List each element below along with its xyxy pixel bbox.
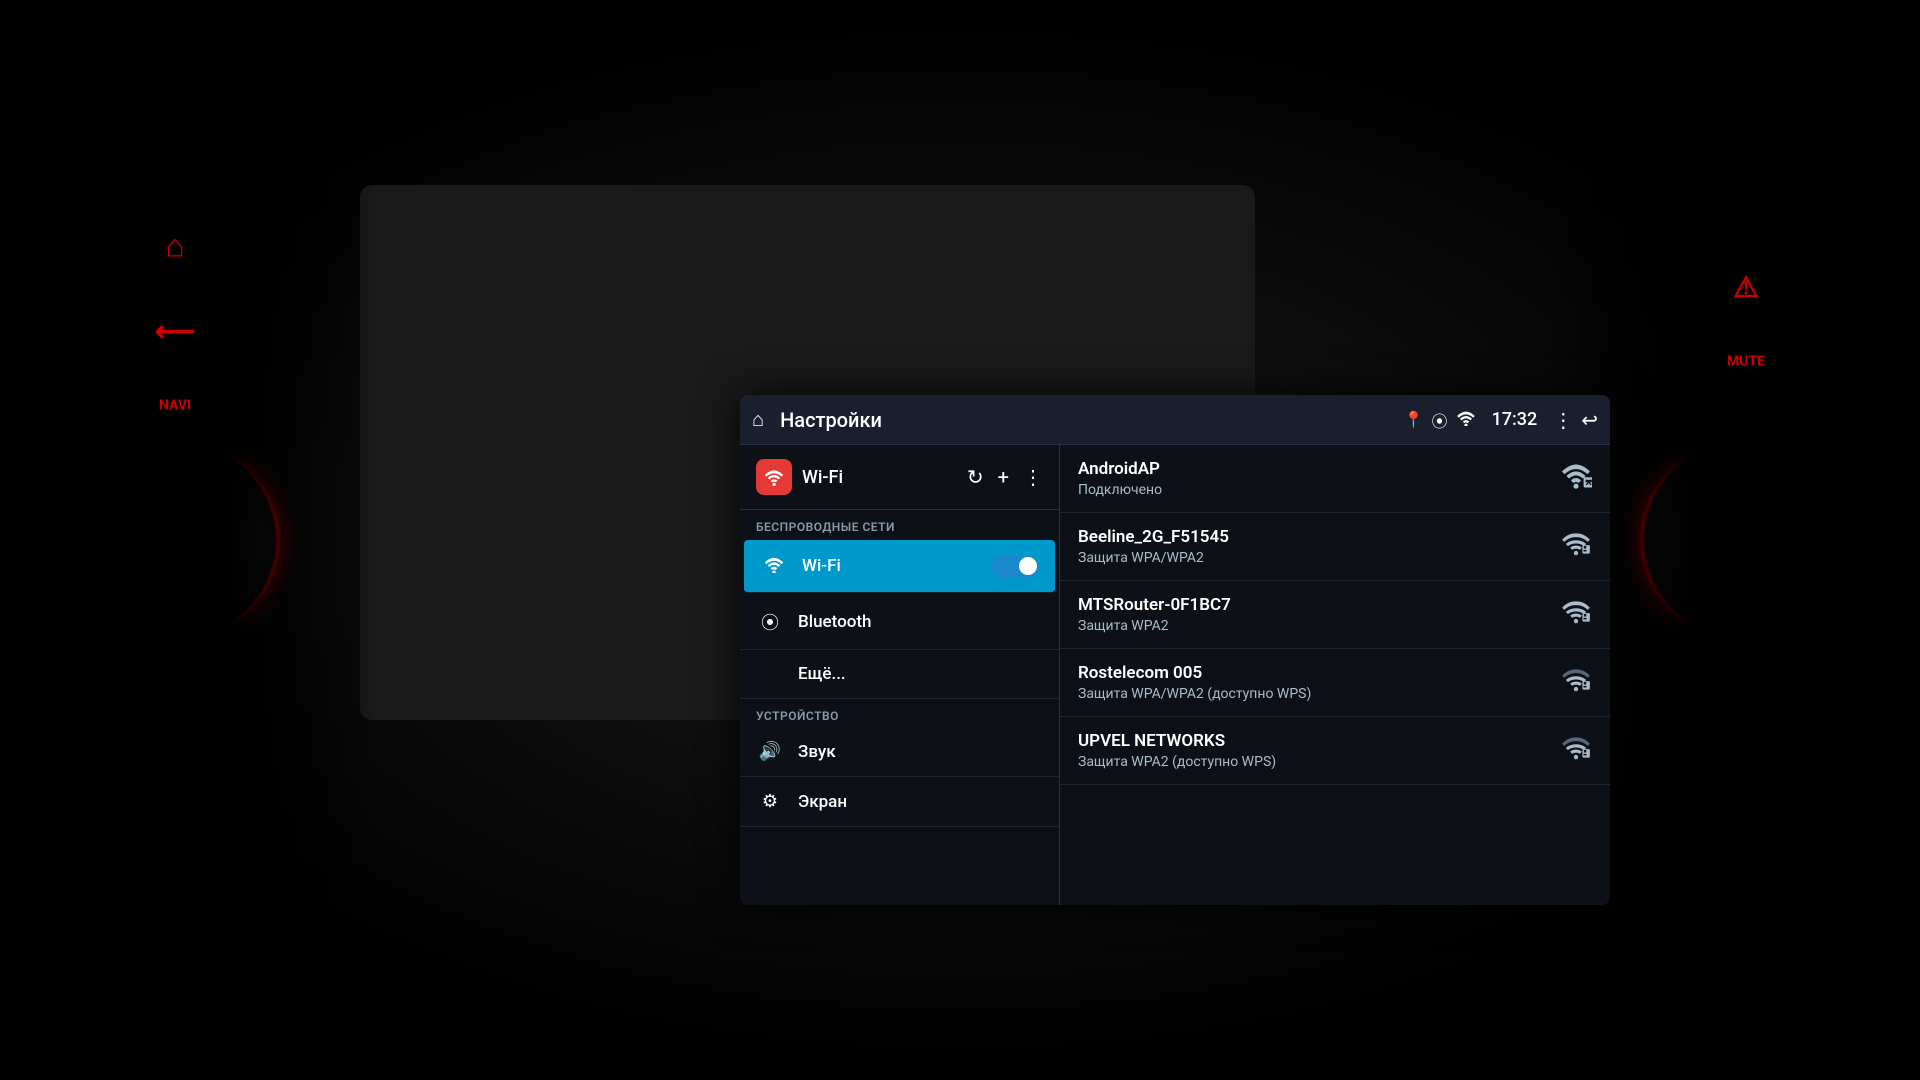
- wifi-section-title: Wi-Fi: [802, 467, 957, 488]
- home-button[interactable]: ⌂: [165, 227, 184, 265]
- screen-nav-label: Экран: [798, 792, 847, 812]
- refresh-icon[interactable]: ↻: [967, 465, 984, 489]
- network-signal-upvel: [1560, 734, 1592, 768]
- network-name-mts: MTSRouter-0F1BC7: [1078, 595, 1560, 615]
- page-title: Настройки: [780, 408, 1394, 432]
- home-icon[interactable]: ⌂: [752, 407, 764, 432]
- wifi-status-icon: [1456, 410, 1476, 430]
- network-status-beeline: Защита WPA/WPA2: [1078, 550, 1560, 566]
- left-side-buttons: ⌂ ⟵ NAVI: [155, 227, 195, 414]
- bluetooth-nav-icon: ⦿: [756, 609, 784, 635]
- network-status-mts: Защита WPA2: [1078, 618, 1560, 634]
- wifi-nav-label: Wi-Fi: [802, 556, 841, 576]
- network-status-upvel: Защита WPA2 (доступно WPS): [1078, 754, 1560, 770]
- mute-button[interactable]: MUTE: [1727, 354, 1765, 370]
- overflow-menu-button[interactable]: ⋮: [1553, 408, 1573, 432]
- network-item-mts[interactable]: MTSRouter-0F1BC7 Защита WPA2: [1060, 581, 1610, 649]
- network-item-rostelecom[interactable]: Rostelecom 005 Защита WPA/WPA2 (доступно…: [1060, 649, 1610, 717]
- network-status-androidap: Подключено: [1078, 482, 1560, 498]
- warning-button[interactable]: ⚠: [1733, 271, 1758, 304]
- content-area: Wi-Fi ↻ + ⋮ БЕСПРОВОДНЫЕ СЕТИ: [740, 445, 1610, 905]
- network-signal-rostelecom: [1560, 666, 1592, 700]
- network-signal-beeline: [1560, 530, 1592, 564]
- sound-nav-icon: 🔊: [756, 741, 784, 762]
- settings-sidebar: Wi-Fi ↻ + ⋮ БЕСПРОВОДНЫЕ СЕТИ: [740, 445, 1060, 905]
- network-info-androidap: AndroidAP Подключено: [1078, 459, 1560, 498]
- network-signal-androidap: [1560, 462, 1592, 496]
- sidebar-item-screen[interactable]: ⚙ Экран: [740, 777, 1059, 827]
- network-info-rostelecom: Rostelecom 005 Защита WPA/WPA2 (доступно…: [1078, 663, 1560, 702]
- wifi-nav-icon: [760, 554, 788, 578]
- wifi-settings-icon: [756, 459, 792, 495]
- location-icon: 📍: [1404, 410, 1424, 429]
- add-network-icon[interactable]: +: [998, 465, 1009, 489]
- network-signal-mts: [1560, 598, 1592, 632]
- network-info-beeline: Beeline_2G_F51545 Защита WPA/WPA2: [1078, 527, 1560, 566]
- top-bar: ⌂ Настройки 📍 ⦿ 17:32 ⋮ ↩: [740, 395, 1610, 445]
- network-status-rostelecom: Защита WPA/WPA2 (доступно WPS): [1078, 686, 1560, 702]
- network-item-androidap[interactable]: AndroidAP Подключено: [1060, 445, 1610, 513]
- network-item-upvel[interactable]: UPVEL NETWORKS Защита WPA2 (доступно WPS…: [1060, 717, 1610, 785]
- network-name-androidap: AndroidAP: [1078, 459, 1560, 479]
- wifi-overflow-icon[interactable]: ⋮: [1023, 465, 1043, 489]
- sound-nav-label: Звук: [798, 742, 836, 762]
- sidebar-item-sound[interactable]: 🔊 Звук: [740, 727, 1059, 777]
- navi-button[interactable]: NAVI: [159, 398, 191, 414]
- network-name-upvel: UPVEL NETWORKS: [1078, 731, 1560, 751]
- bluetooth-nav-label: Bluetooth: [798, 612, 872, 632]
- network-info-mts: MTSRouter-0F1BC7 Защита WPA2: [1078, 595, 1560, 634]
- status-icons: 📍 ⦿ 17:32 ⋮ ↩: [1404, 408, 1598, 432]
- network-name-beeline: Beeline_2G_F51545: [1078, 527, 1560, 547]
- back-button[interactable]: ⟵: [155, 315, 195, 348]
- time-display: 17:32: [1492, 409, 1538, 430]
- sidebar-item-more[interactable]: Ещё...: [740, 650, 1059, 699]
- main-screen: ⌂ Настройки 📍 ⦿ 17:32 ⋮ ↩: [740, 395, 1610, 905]
- right-side-buttons: ⚠ MUTE: [1727, 271, 1765, 370]
- wifi-toggle[interactable]: [991, 555, 1039, 577]
- device-section-header: УСТРОЙСТВО: [740, 699, 1059, 727]
- car-body-left: [0, 0, 380, 1080]
- screen-nav-icon: ⚙: [756, 791, 784, 812]
- bluetooth-status-icon: ⦿: [1432, 408, 1448, 432]
- sidebar-item-bluetooth[interactable]: ⦿ Bluetooth: [740, 595, 1059, 650]
- network-name-rostelecom: Rostelecom 005: [1078, 663, 1560, 683]
- sidebar-item-wifi[interactable]: Wi-Fi: [744, 540, 1055, 593]
- wireless-section-header: БЕСПРОВОДНЫЕ СЕТИ: [740, 510, 1059, 538]
- wifi-action-buttons: ↻ + ⋮: [967, 465, 1043, 489]
- back-nav-icon[interactable]: ↩: [1581, 408, 1598, 432]
- more-nav-label: Ещё...: [756, 664, 846, 684]
- screen-wrapper: ⌂ Настройки 📍 ⦿ 17:32 ⋮ ↩: [370, 195, 1245, 710]
- network-item-beeline[interactable]: Beeline_2G_F51545 Защита WPA/WPA2: [1060, 513, 1610, 581]
- network-info-upvel: UPVEL NETWORKS Защита WPA2 (доступно WPS…: [1078, 731, 1560, 770]
- networks-panel: AndroidAP Подключено: [1060, 445, 1610, 905]
- wifi-header-row: Wi-Fi ↻ + ⋮: [740, 445, 1059, 510]
